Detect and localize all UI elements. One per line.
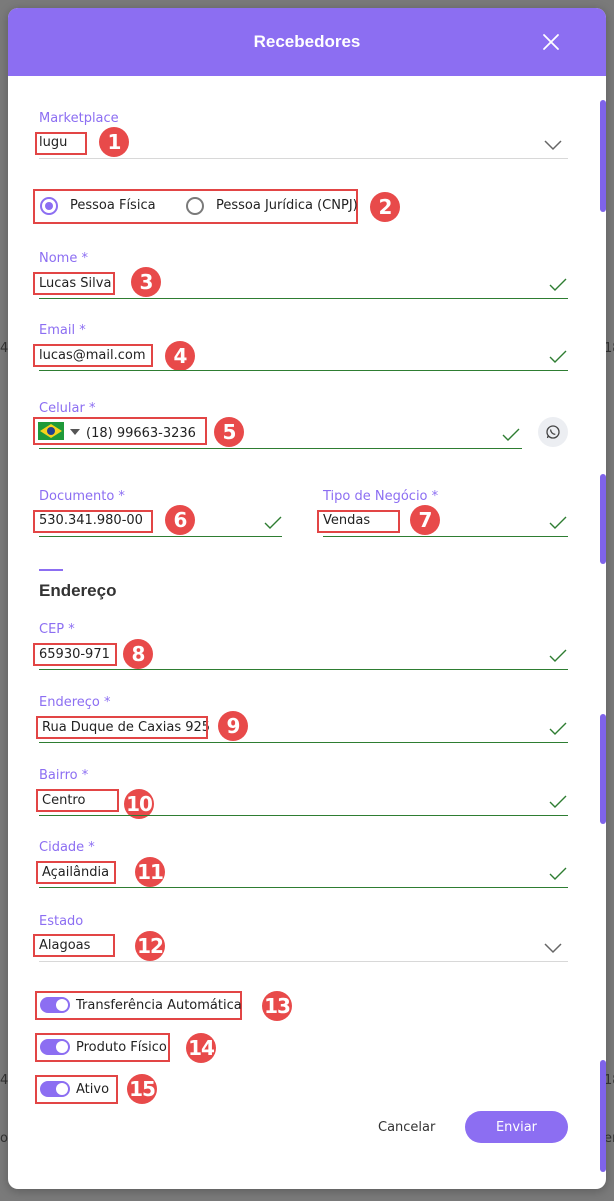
submit-button[interactable]: Enviar: [465, 1111, 568, 1143]
annotation-badge: 15: [127, 1074, 157, 1104]
endereco-label: Endereço *: [39, 695, 111, 710]
toggle-ativo[interactable]: [40, 1081, 70, 1097]
toggle-transferencia-automatica-label: Transferência Automática: [76, 998, 242, 1013]
annotation-badge: 2: [370, 192, 400, 222]
annotation-badge: 14: [186, 1033, 216, 1063]
estado-label: Estado: [39, 914, 84, 929]
celular-label: Celular *: [39, 401, 96, 416]
valid-check-icon: [549, 722, 567, 735]
nome-label: Nome *: [39, 251, 88, 266]
valid-check-icon: [549, 516, 567, 529]
annotation-badge: 5: [214, 417, 244, 447]
annotation-badge: 3: [131, 267, 161, 297]
email-label: Email *: [39, 323, 86, 338]
recebedores-modal: Recebedores Marketplace lugu 1 Pessoa Fí…: [8, 8, 606, 1189]
cidade-underline: [39, 887, 568, 888]
tipo-negocio-underline: [323, 536, 568, 537]
annotation-box: [33, 272, 115, 295]
cancel-button[interactable]: Cancelar: [378, 1120, 435, 1135]
whatsapp-button[interactable]: [538, 417, 568, 447]
radio-pessoa-fisica[interactable]: [40, 197, 58, 215]
toggle-produto-fisico[interactable]: [40, 1039, 70, 1055]
chevron-down-icon[interactable]: [543, 942, 563, 954]
chevron-down-icon[interactable]: [543, 139, 563, 151]
valid-check-icon: [549, 350, 567, 363]
tipo-negocio-label: Tipo de Negócio *: [323, 489, 439, 504]
radio-pessoa-juridica[interactable]: [186, 197, 204, 215]
marketplace-label: Marketplace: [39, 111, 119, 126]
address-section-title: Endereço: [39, 581, 117, 600]
modal-title: Recebedores: [253, 32, 361, 51]
valid-check-icon: [549, 867, 567, 880]
annotation-box: [36, 861, 116, 884]
annotation-badge: 6: [165, 505, 195, 535]
annotation-box: [33, 934, 115, 957]
annotation-box: [317, 510, 400, 533]
toggle-ativo-label: Ativo: [76, 1082, 110, 1097]
annotation-box: [33, 344, 153, 367]
annotation-badge: 1: [99, 127, 129, 157]
scrollbar[interactable]: [600, 474, 606, 564]
cidade-label: Cidade *: [39, 840, 95, 855]
marketplace-underline: [39, 158, 568, 159]
endereco-underline: [39, 742, 568, 743]
celular-underline: [39, 448, 522, 449]
nome-underline: [39, 298, 568, 299]
documento-underline: [39, 536, 282, 537]
annotation-badge: 7: [410, 505, 440, 535]
annotation-badge: 4: [165, 341, 195, 371]
annotation-badge: 8: [123, 639, 153, 669]
annotation-box: [36, 716, 208, 739]
bairro-label: Bairro *: [39, 768, 89, 783]
toggle-produto-fisico-label: Produto Físico: [76, 1040, 167, 1055]
annotation-badge: 12: [135, 931, 165, 961]
bairro-underline: [39, 815, 568, 816]
annotation-badge: 13: [262, 991, 292, 1021]
toggle-transferencia-automatica[interactable]: [40, 997, 70, 1013]
scrollbar[interactable]: [600, 100, 606, 212]
cep-underline: [39, 669, 568, 670]
annotation-box: [36, 789, 119, 812]
email-underline: [39, 370, 568, 371]
valid-check-icon: [502, 428, 520, 441]
radio-pessoa-juridica-label: Pessoa Jurídica (CNPJ): [216, 198, 358, 213]
valid-check-icon: [549, 649, 567, 662]
radio-pessoa-fisica-label: Pessoa Física: [70, 198, 156, 213]
scrollbar[interactable]: [600, 1060, 606, 1172]
whatsapp-icon: [546, 425, 560, 439]
valid-check-icon: [549, 795, 567, 808]
annotation-badge: 11: [135, 857, 165, 887]
valid-check-icon: [549, 278, 567, 291]
section-accent: [39, 569, 63, 571]
annotation-box: [33, 643, 117, 666]
estado-underline: [39, 961, 568, 962]
scrollbar[interactable]: [600, 714, 606, 824]
documento-label: Documento *: [39, 489, 125, 504]
annotation-badge: 9: [218, 711, 248, 741]
cep-label: CEP *: [39, 622, 75, 637]
close-icon[interactable]: [540, 31, 562, 53]
caret-down-icon[interactable]: [70, 429, 80, 435]
brazil-flag-icon[interactable]: [38, 422, 64, 440]
annotation-box: [35, 132, 87, 155]
modal-header: Recebedores: [8, 8, 606, 76]
valid-check-icon: [264, 516, 282, 529]
celular-input[interactable]: (18) 99663-3236: [86, 426, 196, 441]
annotation-box: [33, 510, 153, 533]
